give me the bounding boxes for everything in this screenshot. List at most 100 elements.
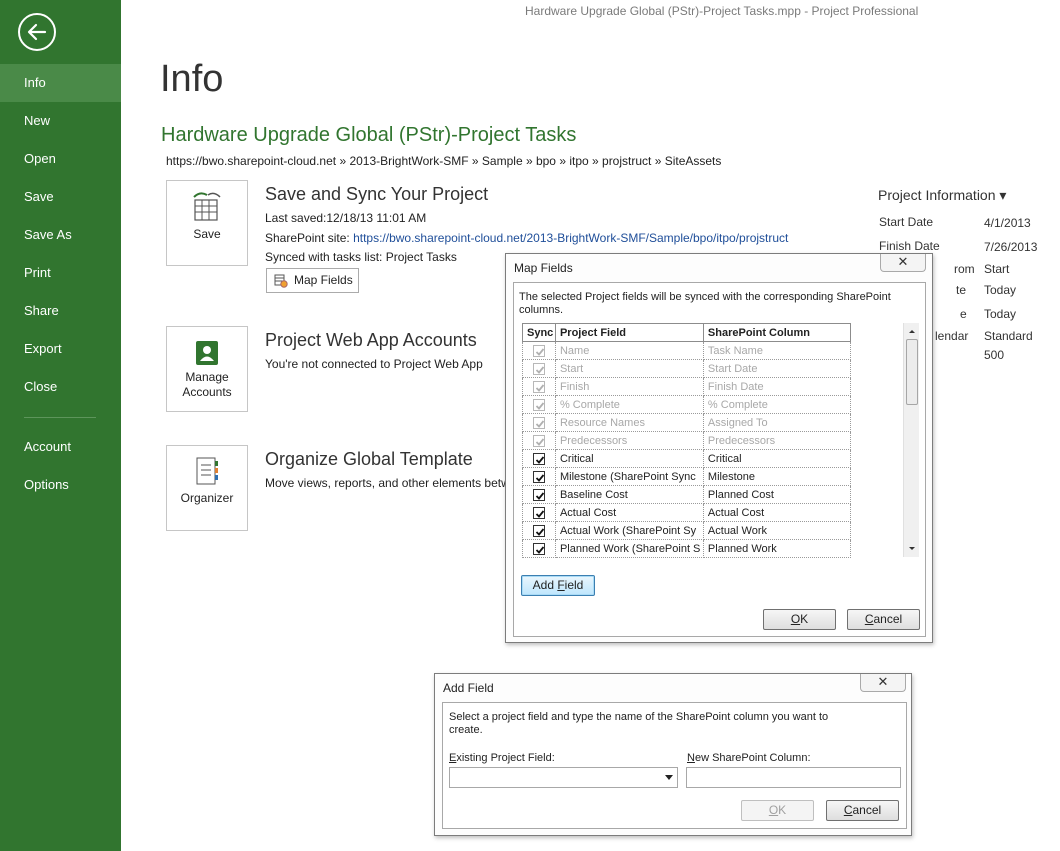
sharepoint-column-cell[interactable]: Milestone: [702, 467, 852, 486]
project-field-cell[interactable]: Start: [554, 359, 704, 378]
sync-checkbox[interactable]: [532, 470, 545, 483]
manage-accounts-tile-button[interactable]: Manage Accounts: [166, 326, 248, 412]
nav-account[interactable]: Account: [0, 428, 121, 466]
nav-print[interactable]: Print: [0, 254, 121, 292]
organizer-tile-button[interactable]: Organizer: [166, 445, 248, 531]
nav-save[interactable]: Save: [0, 178, 121, 216]
sharepoint-column-cell[interactable]: Planned Cost: [702, 485, 852, 504]
sharepoint-site-link[interactable]: https://bwo.sharepoint-cloud.net/2013-Br…: [353, 231, 788, 245]
add-cancel-label-post: ancel: [852, 803, 882, 817]
back-button[interactable]: [18, 13, 56, 51]
sharepoint-column-cell[interactable]: Start Date: [702, 359, 852, 378]
checkmark-icon: [535, 401, 545, 410]
sharepoint-column-cell[interactable]: Actual Work: [702, 521, 852, 540]
sharepoint-column-header[interactable]: SharePoint Column: [702, 323, 852, 342]
pi-value-status-date: Today: [984, 307, 1017, 321]
project-field-cell[interactable]: Planned Work (SharePoint S: [554, 539, 704, 558]
table-row[interactable]: Name Task Name: [522, 341, 852, 360]
sync-checkbox: [532, 380, 545, 393]
close-icon: ✕: [897, 254, 909, 269]
nav-open[interactable]: Open: [0, 140, 121, 178]
table-row[interactable]: Milestone (SharePoint Sync Milestone: [522, 467, 852, 486]
sharepoint-column-cell[interactable]: % Complete: [702, 395, 852, 414]
sync-cell: [522, 503, 556, 522]
mapping-scroll-thumb[interactable]: [906, 339, 918, 405]
table-row[interactable]: Critical Critical: [522, 449, 852, 468]
project-field-cell[interactable]: Baseline Cost: [554, 485, 704, 504]
map-fields-description: The selected Project fields will be sync…: [519, 291, 891, 316]
project-field-cell[interactable]: Name: [554, 341, 704, 360]
project-field-cell[interactable]: Milestone (SharePoint Sync: [554, 467, 704, 486]
project-field-cell[interactable]: Resource Names: [554, 413, 704, 432]
sharepoint-column-cell[interactable]: Task Name: [702, 341, 852, 360]
sync-cell: [522, 359, 556, 378]
nav-save-as[interactable]: Save As: [0, 216, 121, 254]
manage-tile-label-1: Manage: [185, 370, 229, 384]
backstage-sidebar: Info New Open Save Save As Print Share E…: [0, 0, 121, 851]
sync-cell: [522, 521, 556, 540]
add-field-cancel-button[interactable]: Cancel: [826, 800, 899, 821]
map-fields-close-button[interactable]: ✕: [880, 254, 926, 272]
close-icon: ✕: [877, 674, 889, 689]
nav-info[interactable]: Info: [0, 64, 121, 102]
checkmark-icon: [535, 473, 545, 482]
nav-share[interactable]: Share: [0, 292, 121, 330]
sharepoint-column-cell[interactable]: Predecessors: [702, 431, 852, 450]
sharepoint-column-cell[interactable]: Assigned To: [702, 413, 852, 432]
sharepoint-column-cell[interactable]: Planned Work: [702, 539, 852, 558]
table-row[interactable]: Resource Names Assigned To: [522, 413, 852, 432]
mapping-scrollbar[interactable]: [903, 323, 919, 557]
sync-column-header[interactable]: Sync: [522, 323, 556, 342]
sync-cell: [522, 413, 556, 432]
project-information-dropdown[interactable]: Project Information ▾: [878, 187, 1006, 204]
project-field-cell[interactable]: Predecessors: [554, 431, 704, 450]
new-sharepoint-column-input[interactable]: [686, 767, 901, 788]
nav-export[interactable]: Export: [0, 330, 121, 368]
project-field-column-header[interactable]: Project Field: [554, 323, 704, 342]
project-field-cell[interactable]: Actual Work (SharePoint Sy: [554, 521, 704, 540]
save-tile-button[interactable]: Save: [166, 180, 248, 266]
table-row[interactable]: Planned Work (SharePoint S Planned Work: [522, 539, 852, 558]
sync-checkbox[interactable]: [532, 524, 545, 537]
sharepoint-column-cell[interactable]: Critical: [702, 449, 852, 468]
sharepoint-column-cell[interactable]: Finish Date: [702, 377, 852, 396]
sync-checkbox[interactable]: [532, 542, 545, 555]
existing-field-label: Existing Project Field:: [449, 752, 555, 764]
table-row[interactable]: Actual Work (SharePoint Sy Actual Work: [522, 521, 852, 540]
organizer-tile-label: Organizer: [180, 491, 234, 505]
nav-options[interactable]: Options: [0, 466, 121, 504]
sync-checkbox: [532, 398, 545, 411]
table-row[interactable]: Baseline Cost Planned Cost: [522, 485, 852, 504]
existing-project-field-select[interactable]: [449, 767, 678, 788]
nav-close[interactable]: Close: [0, 368, 121, 406]
sharepoint-column-cell[interactable]: Actual Cost: [702, 503, 852, 522]
sync-checkbox[interactable]: [532, 488, 545, 501]
add-field-close-button[interactable]: ✕: [860, 674, 906, 692]
sync-checkbox[interactable]: [532, 506, 545, 519]
organizer-icon: [196, 457, 218, 485]
project-field-cell[interactable]: Actual Cost: [554, 503, 704, 522]
project-field-cell[interactable]: Finish: [554, 377, 704, 396]
map-fields-ok-button[interactable]: OK: [763, 609, 836, 630]
add-field-body: Select a project field and type the name…: [442, 702, 907, 829]
add-field-button[interactable]: Add Field: [521, 575, 595, 596]
sync-checkbox[interactable]: [532, 452, 545, 465]
project-field-cell[interactable]: Critical: [554, 449, 704, 468]
map-fields-button[interactable]: Map Fields: [266, 268, 359, 293]
sync-cell: [522, 539, 556, 558]
add-field-ok-button[interactable]: OK: [741, 800, 814, 821]
breadcrumb: https://bwo.sharepoint-cloud.net » 2013-…: [166, 154, 722, 168]
table-row[interactable]: Finish Finish Date: [522, 377, 852, 396]
window-title: Hardware Upgrade Global (PStr)-Project T…: [525, 4, 919, 18]
nav-new[interactable]: New: [0, 102, 121, 140]
pi-label-calendar: lendar: [935, 329, 969, 343]
table-row[interactable]: % Complete% Complete: [522, 395, 852, 414]
last-saved-text: Last saved:12/18/13 11:01 AM: [265, 211, 427, 225]
project-field-cell[interactable]: % Complete: [554, 395, 704, 414]
table-row[interactable]: Actual Cost Actual Cost: [522, 503, 852, 522]
table-row[interactable]: Start Start Date: [522, 359, 852, 378]
pi-value-calendar: Standard: [984, 329, 1033, 343]
table-row[interactable]: Predecessors Predecessors: [522, 431, 852, 450]
map-fields-cancel-button[interactable]: Cancel: [847, 609, 920, 630]
pi-value-priority: 500: [984, 348, 1005, 362]
